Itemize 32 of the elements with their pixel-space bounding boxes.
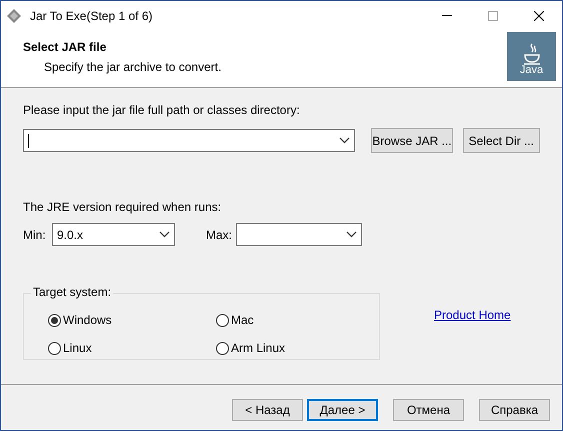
step-title: Select JAR file — [23, 39, 108, 56]
select-dir-button[interactable]: Select Dir ... — [462, 128, 540, 153]
radio-button[interactable] — [48, 342, 61, 354]
maximize-icon — [488, 10, 498, 20]
app-icon — [6, 8, 22, 24]
jre-label: The JRE version required when runs: — [23, 199, 222, 216]
radio-option[interactable]: Arm Linux — [216, 339, 379, 357]
group-label: Target system: — [31, 286, 114, 298]
window-title: Jar To Exe(Step 1 of 6) — [30, 8, 153, 24]
wizard-button[interactable]: Справка — [479, 399, 550, 421]
radio-button[interactable] — [48, 314, 61, 326]
radio-button[interactable] — [216, 342, 229, 354]
radio-option[interactable]: Windows — [48, 311, 216, 329]
radio-button[interactable] — [216, 314, 229, 326]
wizard-button[interactable]: Далее > — [307, 399, 378, 421]
wizard-button[interactable]: < Назад — [232, 399, 303, 421]
step-subtitle: Specify the jar archive to convert. — [43, 59, 222, 76]
wizard-button[interactable]: Отмена — [393, 399, 464, 421]
browse-jar-button[interactable]: Browse JAR ... — [371, 128, 453, 153]
max-label: Max: — [206, 226, 234, 244]
field-value: 9.0.x — [57, 226, 84, 244]
radio-option[interactable]: Linux — [48, 339, 216, 357]
min-label: Min: — [23, 226, 47, 244]
max-version-dropdown[interactable] — [236, 223, 362, 246]
radio-option[interactable]: Mac — [216, 311, 379, 329]
product-home-link[interactable]: Product Home — [434, 306, 511, 324]
jar-path-label: Please input the jar file full path or classes directory: — [23, 102, 301, 119]
close-icon — [534, 10, 544, 20]
min-version-dropdown[interactable]: 9.0.x — [52, 223, 175, 246]
jar-path-field[interactable] — [23, 129, 356, 152]
minimize-icon — [442, 15, 452, 16]
java-logo: Java — [507, 32, 556, 81]
